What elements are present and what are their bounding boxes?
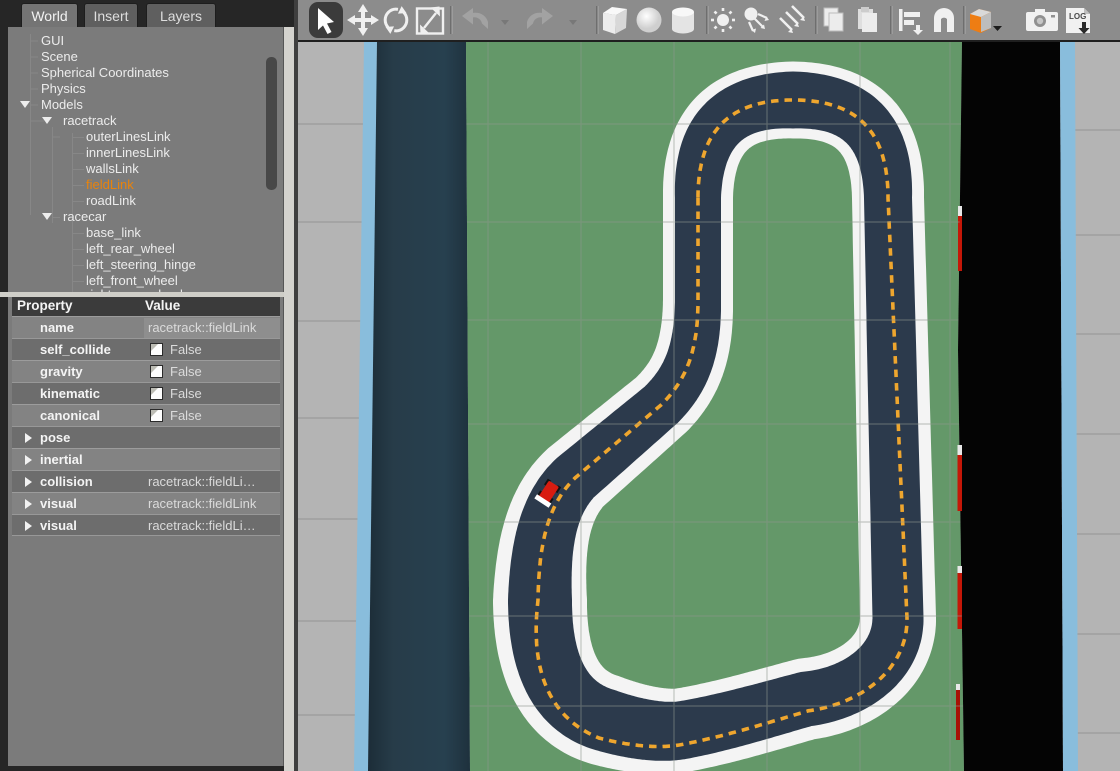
svg-text:LOG: LOG bbox=[1069, 12, 1086, 21]
